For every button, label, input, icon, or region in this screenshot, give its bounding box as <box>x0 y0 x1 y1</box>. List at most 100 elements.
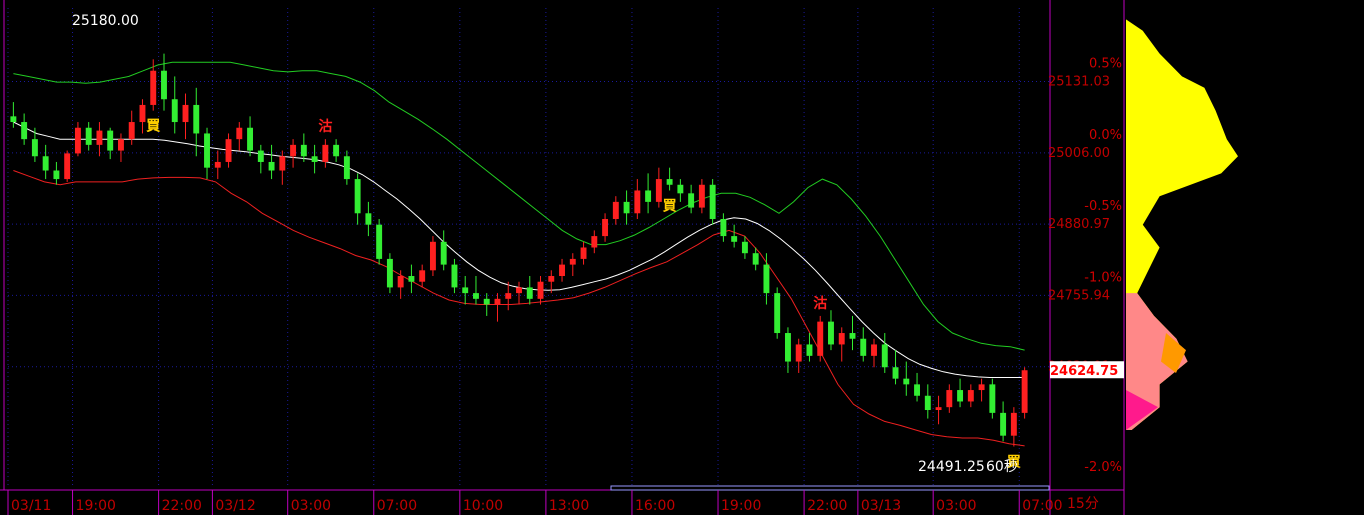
candle-body <box>752 253 759 265</box>
pct-tick-label: -0.5% <box>1084 199 1122 214</box>
candle-body <box>559 264 565 277</box>
candle-body <box>548 276 555 282</box>
x-tick-label: 16:00 <box>635 498 675 514</box>
candle-body <box>1021 370 1028 413</box>
candle-body <box>741 241 748 254</box>
candle-body <box>204 133 210 168</box>
candle-body <box>537 281 544 299</box>
x-tick-label: 22:00 <box>162 498 202 514</box>
candle-body <box>397 276 404 288</box>
candle-body <box>10 116 17 123</box>
candle-body <box>74 127 81 154</box>
candle-body <box>838 333 845 345</box>
candle-body <box>365 213 372 225</box>
candle-body <box>505 293 512 299</box>
candle-body <box>96 130 103 145</box>
candle-body <box>290 144 297 157</box>
candle-body <box>128 122 135 140</box>
candle-body <box>795 344 802 362</box>
candle-body <box>645 190 652 202</box>
candle-body <box>322 144 329 162</box>
interval-label[interactable]: 15分 <box>1067 496 1099 512</box>
candle-body <box>473 293 479 299</box>
candle-body <box>914 384 921 396</box>
candle-body <box>419 270 426 282</box>
x-tick-label: 03/13 <box>861 498 901 514</box>
pct-tick-label: 0.5% <box>1089 57 1122 72</box>
candle-body <box>731 236 738 242</box>
candle-body <box>709 184 716 219</box>
candle-body <box>634 190 641 214</box>
candle-body <box>64 153 71 180</box>
last-price-label: 24624.75 <box>1050 364 1118 379</box>
signal-label: 買 <box>146 119 161 135</box>
candle-body <box>881 344 888 368</box>
candle-body <box>849 333 856 339</box>
candle-body <box>688 193 695 208</box>
candle-body <box>386 258 393 288</box>
x-tick-label: 19:00 <box>76 498 116 514</box>
candle-body <box>935 407 942 411</box>
pct-tick-label: 0.0% <box>1089 128 1122 143</box>
x-tick-label: 07:00 <box>377 498 417 514</box>
candle-body <box>225 139 232 162</box>
candle-body <box>182 104 189 123</box>
x-tick-label: 19:00 <box>721 498 761 514</box>
candle-body <box>612 201 619 219</box>
candle-body <box>300 144 307 157</box>
candle-body <box>516 287 522 294</box>
price-tick-label: 25131.03 <box>1048 75 1110 90</box>
x-tick-label: 22:00 <box>807 498 847 514</box>
candle-body <box>257 150 264 162</box>
candle-body <box>828 321 834 345</box>
candle-body <box>989 384 996 413</box>
signal-label: 買 <box>663 198 678 214</box>
candle-body <box>569 258 576 265</box>
candle-body <box>978 384 985 391</box>
signal-label: 沽 <box>318 118 332 135</box>
candle-body <box>429 241 436 271</box>
pct-tick-label: -2.0% <box>1084 460 1122 475</box>
candle-body <box>279 156 286 171</box>
candle-body <box>31 139 38 157</box>
candle-body <box>85 127 92 145</box>
candle-body <box>247 127 254 151</box>
candle-body <box>1010 412 1017 436</box>
candle-body <box>214 161 221 168</box>
candle-body <box>967 390 974 402</box>
candle-body <box>21 122 28 140</box>
candle-body <box>408 276 415 282</box>
x-tick-label: 13:00 <box>549 498 589 514</box>
chart-canvas: 買沽沽買買買 0.5%25131.030.0%25006.00-0.5%2488… <box>0 0 1364 515</box>
candle-body <box>698 184 705 208</box>
candle-body <box>494 298 501 305</box>
candle-body <box>1000 412 1007 436</box>
low-value-label: 24491.25 <box>918 459 985 475</box>
price-tick-label: 24755.94 <box>1048 288 1110 303</box>
candle-body <box>354 179 361 214</box>
candle-body <box>720 218 727 237</box>
candle-body <box>311 156 318 162</box>
candle-body <box>150 70 157 105</box>
candle-body <box>268 161 275 171</box>
x-tick-label: 03:00 <box>291 498 331 514</box>
candle-body <box>171 99 178 123</box>
candle-body <box>42 156 49 171</box>
candle-body <box>483 298 490 305</box>
candle-body <box>440 241 447 265</box>
candle-body <box>139 104 146 123</box>
signal-label: 沽 <box>813 295 827 312</box>
x-tick-label: 03:00 <box>936 498 976 514</box>
candle-body <box>580 247 587 259</box>
candle-body <box>957 390 964 402</box>
candle-body <box>117 139 124 151</box>
candle-body <box>655 179 662 202</box>
candle-body <box>343 156 350 180</box>
candle-body <box>903 378 910 385</box>
countdown-label: 60秒 <box>986 459 1018 475</box>
candle-body <box>236 127 243 140</box>
candle-body <box>666 179 673 185</box>
price-tick-label: 25006.00 <box>1048 146 1110 161</box>
candle-body <box>376 224 383 259</box>
candle-body <box>806 344 813 356</box>
